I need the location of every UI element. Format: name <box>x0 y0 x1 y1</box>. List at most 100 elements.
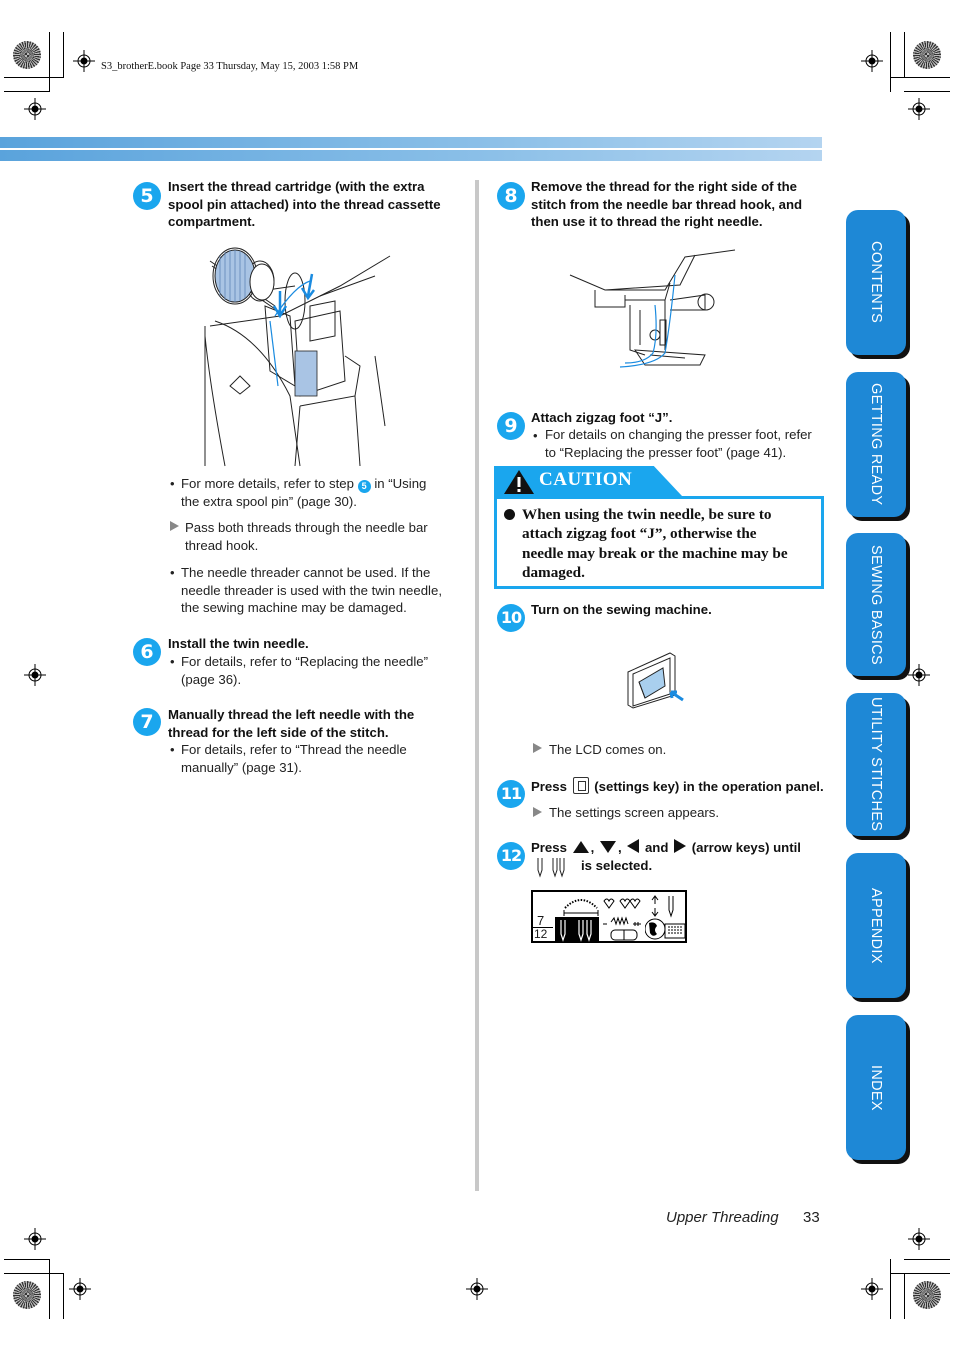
crop-line <box>890 77 950 78</box>
crop-line <box>904 1259 950 1260</box>
crop-line <box>890 1273 950 1274</box>
header-band-top <box>0 137 822 148</box>
up-arrow-key-icon <box>572 841 589 853</box>
step-title-line: Insert the thread cartridge (with the ex… <box>168 179 425 194</box>
tab-label: APPENDIX <box>868 887 884 964</box>
note-text-part: For more details, refer to step <box>181 476 354 491</box>
tab-sewing-basics[interactable]: SEWING BASICS <box>846 533 906 676</box>
result-text-line: Pass both threads through the needle bar <box>185 520 428 535</box>
registration-target-icon <box>73 50 95 72</box>
tab-appendix[interactable]: APPENDIX <box>846 853 906 998</box>
step-title-part: Press <box>531 840 567 855</box>
caution-text-line: damaged. <box>522 563 585 581</box>
bullet-dot: • <box>170 654 175 669</box>
tab-index[interactable]: INDEX <box>846 1015 906 1160</box>
tab-contents[interactable]: CONTENTS <box>846 210 906 355</box>
caution-label: CAUTION <box>539 469 633 490</box>
crop-line <box>904 1273 905 1319</box>
crop-line <box>4 1259 50 1260</box>
note-text: For details on changing the presser foot… <box>545 426 812 461</box>
step-title-part: and <box>644 840 669 855</box>
lcd-page-total: 12 <box>534 927 548 941</box>
note-text-part: the extra spool pin” (page 30). <box>181 494 357 509</box>
rosette-mark-top-left <box>13 41 41 69</box>
right-arrow-key-icon <box>674 839 687 853</box>
tab-label: UTILITY STITCHES <box>868 697 884 832</box>
step-number-badge: 9 <box>497 412 525 440</box>
bullet-dot: • <box>170 742 175 757</box>
settings-key-icon <box>572 777 589 794</box>
step-title-line: Manually thread the left needle with the <box>168 707 415 722</box>
caution-text-line: When using the twin needle, be sure to <box>522 506 772 523</box>
lcd-language-globe-icon <box>645 918 686 940</box>
step-title: Manually thread the left needle with the… <box>168 706 414 741</box>
step-number-badge: 8 <box>497 182 525 210</box>
crop-line <box>63 1273 64 1319</box>
tab-label-wrap: GETTING READY <box>846 372 906 517</box>
note-text-line: manually” (page 31). <box>181 759 302 775</box>
separator: , <box>590 840 595 855</box>
lcd-twin-needle-option-selected <box>555 917 599 943</box>
rosette-mark-bottom-left <box>13 1281 41 1309</box>
column-divider <box>475 180 479 1191</box>
crop-line <box>49 32 50 92</box>
registration-target-icon <box>466 1278 488 1300</box>
note-text: For more details, refer to step 5 in “Us… <box>181 475 466 511</box>
step-title: Attach zigzag foot “J”. <box>531 410 673 425</box>
step-title-line: thread for the left side of the stitch. <box>168 724 389 740</box>
step-title-part: (arrow keys) until <box>691 840 801 855</box>
crop-line <box>49 1259 50 1319</box>
warning-icon <box>504 470 534 494</box>
step-title: Press (settings key) in the operation pa… <box>531 777 824 796</box>
result-text-line: thread hook. <box>185 537 259 553</box>
crop-line <box>4 1273 64 1274</box>
twin-needle-mode-icon <box>537 858 565 878</box>
bullet-dot: • <box>170 476 175 491</box>
lcd-buzzer-hearts-icon <box>603 898 641 909</box>
registration-target-icon <box>908 664 930 686</box>
caution-text-line: needle may break or the machine may be <box>522 544 788 562</box>
tab-label-wrap: CONTENTS <box>846 210 906 355</box>
note-text-line: the sewing machine may be damaged. <box>181 600 407 615</box>
step-number-badge: 6 <box>133 638 161 666</box>
crop-line <box>890 32 891 92</box>
note-text-line: needle threader is used with the twin ne… <box>181 582 442 598</box>
step-title-part: (settings key) in the operation panel. <box>594 779 824 794</box>
tab-label: INDEX <box>868 1064 884 1111</box>
twin-needle-mode-icon <box>560 920 592 942</box>
footer-section-title: Upper Threading <box>666 1209 779 1226</box>
tab-utility-stitches[interactable]: UTILITY STITCHES <box>846 693 906 836</box>
step-number-badge: 12 <box>497 842 525 870</box>
print-file-info: S3_brotherE.book Page 33 Thursday, May 1… <box>101 61 359 72</box>
caution-text-line: attach zigzag foot “J”, otherwise the <box>522 525 757 543</box>
step-title: Install the twin needle. <box>168 636 309 651</box>
step-title-line: then use it to thread the right needle. <box>531 214 763 229</box>
result-arrow-icon <box>533 807 542 817</box>
step-title-line: is selected. <box>581 858 653 873</box>
note-text: For details, refer to “Thread the needle… <box>181 741 407 776</box>
page-number: 33 <box>803 1209 820 1226</box>
power-switch-illustration <box>627 652 684 709</box>
note-text-part: in “Using <box>374 476 427 491</box>
note-text-line: The needle threader cannot be used. If t… <box>181 565 431 580</box>
registration-target-icon <box>908 1228 930 1250</box>
down-arrow-key-icon <box>599 841 616 853</box>
crop-line <box>904 91 950 92</box>
tab-label-wrap: INDEX <box>846 1015 906 1160</box>
twin-needle-threading-illustration <box>569 249 736 368</box>
tab-label: GETTING READY <box>868 383 884 506</box>
registration-target-icon <box>24 98 46 120</box>
note-text: For details, refer to “Replacing the nee… <box>181 653 428 688</box>
result-arrow-icon <box>533 743 542 753</box>
tab-label: SEWING BASICS <box>868 544 884 665</box>
result-text: The settings screen appears. <box>549 805 720 820</box>
caution-text: When using the twin needle, be sure to a… <box>522 505 818 582</box>
lcd-stitch-pattern-icon <box>603 916 641 941</box>
tab-getting-ready[interactable]: GETTING READY <box>846 372 906 517</box>
registration-target-icon <box>24 664 46 686</box>
crop-line <box>904 32 905 78</box>
bullet-dot-icon <box>504 509 515 520</box>
bullet-dot: • <box>170 565 175 580</box>
step-number-badge: 11 <box>497 780 525 808</box>
registration-target-icon <box>861 1278 883 1300</box>
